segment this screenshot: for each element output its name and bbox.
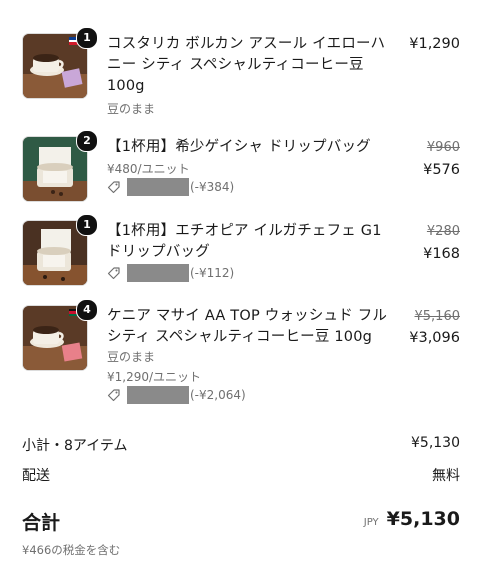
total-value: ¥5,130 xyxy=(386,508,460,530)
subtotal-label: 小計・8アイテム xyxy=(22,438,128,454)
discount-row: (-¥384) xyxy=(107,178,234,196)
tag-icon xyxy=(107,267,120,280)
discount-amount: (-¥384) xyxy=(190,180,235,194)
unit-price: ¥480/ユニット xyxy=(107,162,190,176)
tag-icon xyxy=(107,181,120,194)
redacted-discount-code xyxy=(127,264,189,282)
product-variant: 豆のまま xyxy=(107,102,156,116)
discount-amount: (-¥2,064) xyxy=(190,388,246,402)
original-price: ¥5,160 xyxy=(414,309,461,324)
total-label: 合計 xyxy=(22,512,61,534)
line-price: ¥1,290 xyxy=(409,36,460,52)
subtotal-value: ¥5,130 xyxy=(411,435,460,451)
redacted-discount-code xyxy=(127,178,189,196)
product-title[interactable]: 【1杯用】エチオピア イルガチェフェ G1 ドリップバッグ xyxy=(107,221,397,263)
product-title[interactable]: ケニア マサイ AA TOP ウォッシュド フルシティ スペシャルティコーヒー豆… xyxy=(107,306,397,348)
product-title[interactable]: コスタリカ ボルカン アスール イエローハニー シティ スペシャルティコーヒー豆… xyxy=(107,34,397,97)
redacted-discount-code xyxy=(127,386,189,404)
shipping-label: 配送 xyxy=(22,468,50,484)
tag-icon xyxy=(107,389,120,402)
unit-price: ¥1,290/ユニット xyxy=(107,370,202,384)
total-row: JPY ¥5,130 xyxy=(364,508,460,530)
tax-note: ¥466の税金を含む xyxy=(22,543,121,557)
line-price: ¥3,096 xyxy=(409,330,460,346)
quantity-badge: 1 xyxy=(76,214,98,236)
shipping-value: 無料 xyxy=(432,468,460,484)
quantity-badge: 2 xyxy=(76,130,98,152)
line-price: ¥576 xyxy=(423,162,460,178)
shipping-row: 配送 無料 xyxy=(22,465,460,485)
quantity-badge: 4 xyxy=(76,299,98,321)
original-price: ¥280 xyxy=(426,224,460,239)
discount-row: (-¥112) xyxy=(107,264,234,282)
product-title[interactable]: 【1杯用】希少ゲイシャ ドリップバッグ xyxy=(107,137,397,158)
line-price: ¥168 xyxy=(423,246,460,262)
original-price: ¥960 xyxy=(426,140,460,155)
discount-amount: (-¥112) xyxy=(190,266,235,280)
product-variant: 豆のまま xyxy=(107,350,156,364)
currency-code: JPY xyxy=(363,517,379,528)
subtotal-row: 小計・8アイテム ¥5,130 xyxy=(22,435,460,455)
quantity-badge: 1 xyxy=(76,27,98,49)
discount-row: (-¥2,064) xyxy=(107,386,246,404)
